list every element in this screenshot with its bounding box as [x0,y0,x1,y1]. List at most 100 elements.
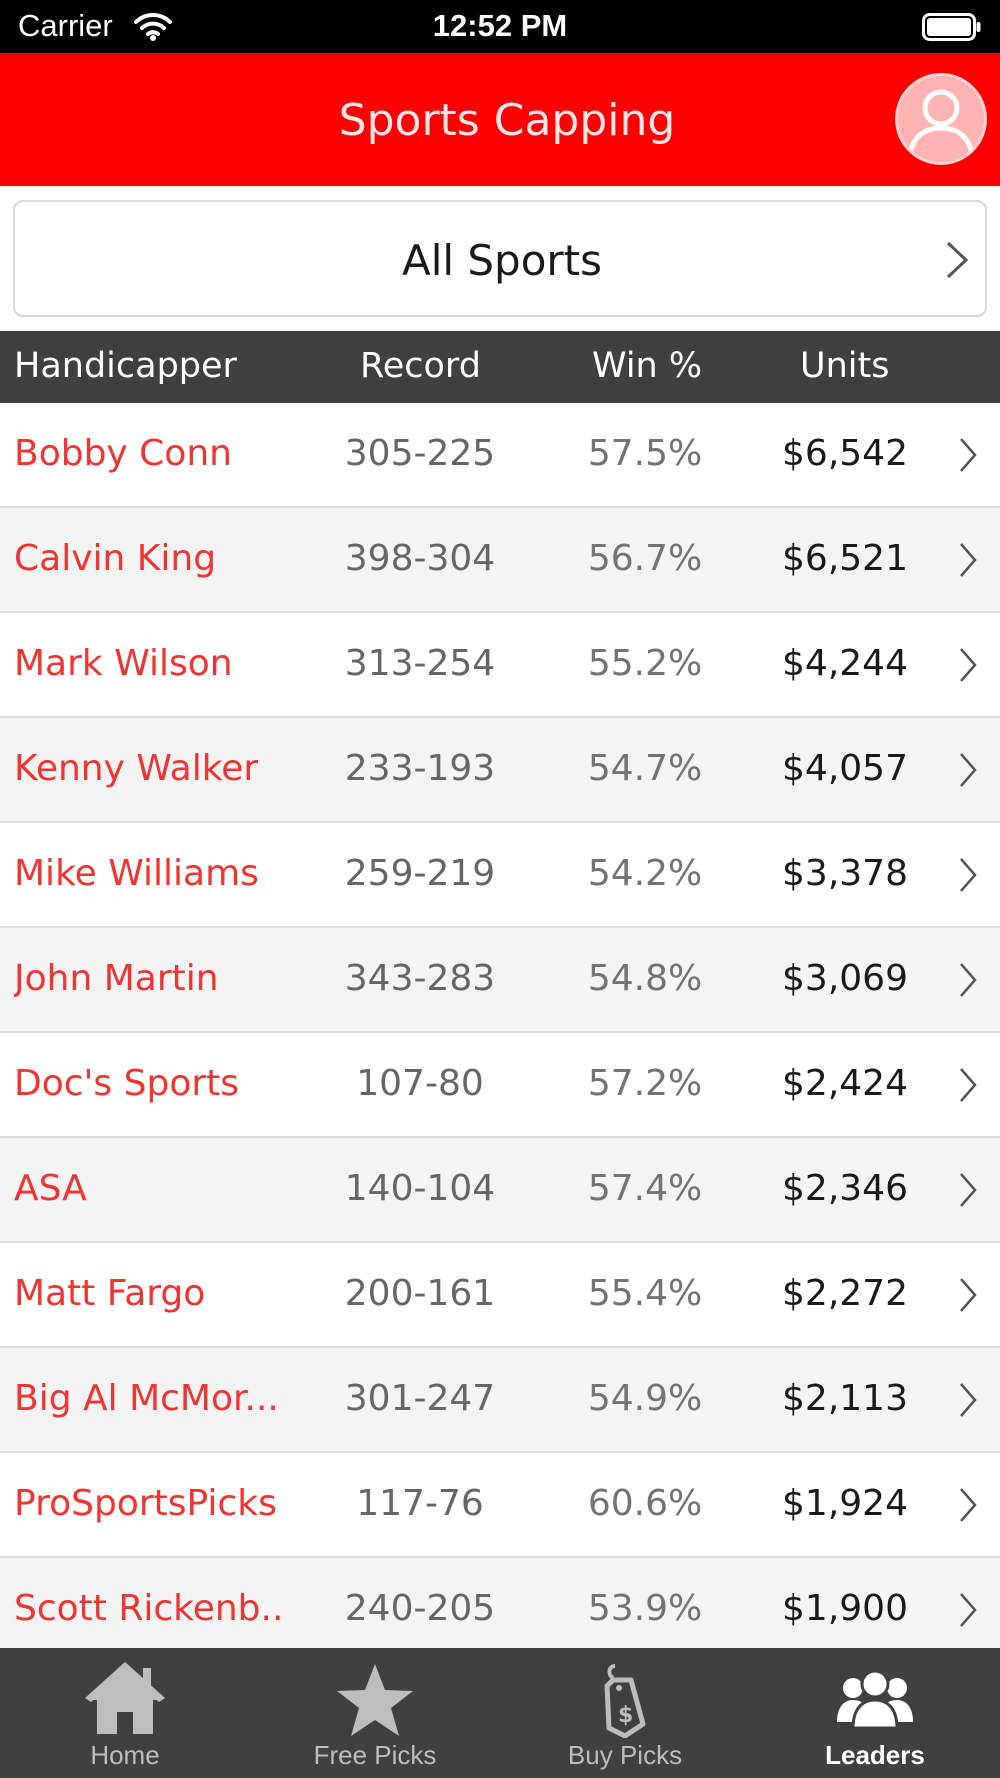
table-row[interactable]: Big Al McMor... 301-247 54.9% $2,113 [0,1348,1000,1453]
group-icon [837,1669,913,1730]
chevron-right-icon [960,1383,977,1417]
chevron-right-icon [960,963,977,997]
column-header-win-pct: Win % [592,346,703,386]
tab-bar: Home Free Picks $ Buy Picks Leaders [0,1648,1000,1778]
handicapper-name: Big Al McMor... [14,1378,279,1419]
tab-free-picks[interactable]: Free Picks [250,1648,500,1778]
record-value: 305-225 [344,433,496,474]
user-icon-glyph [907,89,975,157]
win-pct-value: 54.8% [587,958,703,999]
tab-leaders-label: Leaders [825,1740,925,1770]
column-header-record: Record [360,346,481,386]
star-icon [337,1664,413,1736]
table-row[interactable]: ASA 140-104 57.4% $2,346 [0,1138,1000,1243]
sport-filter-label: All Sports [401,236,603,285]
units-value: $2,424 [782,1063,908,1104]
win-pct-value: 54.7% [587,748,703,789]
win-pct-value: 56.7% [587,538,703,579]
handicapper-name: Scott Rickenb... [14,1588,284,1629]
table-row[interactable]: Matt Fargo 200-161 55.4% $2,272 [0,1243,1000,1348]
win-pct-value: 60.6% [587,1483,703,1524]
units-value: $6,542 [782,433,908,474]
win-pct-value: 55.4% [587,1273,703,1314]
handicapper-name: ASA [14,1168,87,1209]
price-tag-icon: $ [604,1664,646,1738]
win-pct-value: 55.2% [587,643,703,684]
tab-free-picks-label: Free Picks [313,1740,437,1770]
record-value: 140-104 [344,1168,496,1209]
win-pct-value: 57.4% [587,1168,703,1209]
nav-bar: Sports Capping [0,53,1000,186]
units-value: $3,378 [782,853,908,894]
clock: 12:52 PM [432,8,568,43]
units-value: $6,521 [782,538,908,579]
units-value: $2,272 [782,1273,908,1314]
chevron-right-icon [946,241,969,279]
tab-leaders[interactable]: Leaders [750,1648,1000,1778]
chevron-right-icon [960,1173,977,1207]
units-value: $4,244 [782,643,908,684]
units-value: $1,900 [782,1588,908,1629]
user-icon[interactable] [895,73,987,165]
handicapper-name: Matt Fargo [14,1273,206,1314]
record-value: 259-219 [344,853,496,894]
table-header: Handicapper Record Win % Units [0,331,1000,403]
table-row[interactable]: Mike Williams 259-219 54.2% $3,378 [0,823,1000,928]
handicapper-name: Calvin King [14,538,217,579]
units-value: $1,924 [782,1483,908,1524]
win-pct-value: 57.2% [587,1063,703,1104]
record-value: 233-193 [344,748,496,789]
handicapper-name: John Martin [14,958,219,999]
record-value: 343-283 [344,958,496,999]
table-row[interactable]: Calvin King 398-304 56.7% $6,521 [0,508,1000,613]
page-title: Sports Capping [338,95,676,146]
chevron-right-icon [960,1593,977,1627]
leaderboard-list: Bobby Conn 305-225 57.5% $6,542 Calvin K… [0,403,1000,1648]
record-value: 398-304 [344,538,496,579]
table-row[interactable]: Scott Rickenb... 240-205 53.9% $1,900 [0,1558,1000,1648]
win-pct-value: 54.2% [587,853,703,894]
record-value: 117-76 [356,1483,484,1524]
units-value: $4,057 [782,748,908,789]
column-header-units: Units [800,346,890,386]
chevron-right-icon [960,1488,977,1522]
record-value: 200-161 [344,1273,496,1314]
table-row[interactable]: Mark Wilson 313-254 55.2% $4,244 [0,613,1000,718]
chevron-right-icon [960,753,977,787]
record-value: 313-254 [344,643,496,684]
home-icon [85,1662,165,1734]
units-value: $2,346 [782,1168,908,1209]
handicapper-name: Kenny Walker [14,748,259,789]
chevron-right-icon [960,1068,977,1102]
win-pct-value: 53.9% [587,1588,703,1629]
table-row[interactable]: Doc's Sports 107-80 57.2% $2,424 [0,1033,1000,1138]
table-row[interactable]: John Martin 343-283 54.8% $3,069 [0,928,1000,1033]
handicapper-name: Bobby Conn [14,433,232,474]
handicapper-name: Mark Wilson [14,643,233,684]
tab-home-label: Home [90,1740,160,1770]
handicapper-name: Mike Williams [14,853,259,894]
chevron-right-icon [960,438,977,472]
record-value: 301-247 [344,1378,496,1419]
sport-filter-button[interactable]: All Sports [13,200,987,317]
units-value: $3,069 [782,958,908,999]
chevron-right-icon [960,648,977,682]
tab-buy-picks-label: Buy Picks [567,1740,683,1770]
svg-text:$: $ [618,1703,633,1728]
table-row[interactable]: Bobby Conn 305-225 57.5% $6,542 [0,403,1000,508]
tab-home[interactable]: Home [0,1648,250,1778]
handicapper-name: Doc's Sports [14,1063,240,1104]
table-row[interactable]: ProSportsPicks 117-76 60.6% $1,924 [0,1453,1000,1558]
table-row[interactable]: Kenny Walker 233-193 54.7% $4,057 [0,718,1000,823]
win-pct-value: 57.5% [587,433,703,474]
units-value: $2,113 [782,1378,908,1419]
record-value: 107-80 [356,1063,484,1104]
column-header-handicapper: Handicapper [14,346,237,386]
status-bar: Carrier 12:52 PM [0,0,1000,53]
chevron-right-icon [960,1278,977,1312]
tab-buy-picks[interactable]: $ Buy Picks [500,1648,750,1778]
chevron-right-icon [960,543,977,577]
win-pct-value: 54.9% [587,1378,703,1419]
chevron-right-icon [960,858,977,892]
record-value: 240-205 [344,1588,496,1629]
